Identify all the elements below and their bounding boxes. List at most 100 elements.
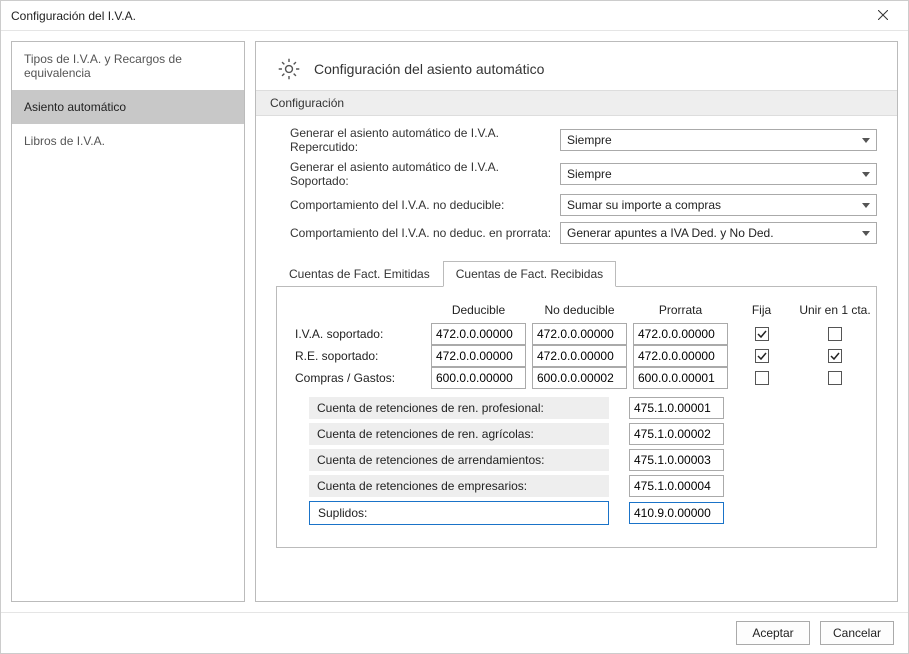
window-title: Configuración del I.V.A. — [11, 9, 136, 23]
grid-input-2-nodeducible[interactable] — [532, 367, 627, 389]
form-row-1: Generar el asiento automático de I.V.A. … — [290, 160, 877, 188]
grid-cell-2-nodeducible — [532, 367, 627, 389]
ret-inputwrap-4 — [629, 502, 724, 524]
config-form: Generar el asiento automático de I.V.A. … — [256, 116, 897, 254]
form-select-0[interactable]: Siempre — [560, 129, 877, 151]
grid-cell-1-nodeducible — [532, 345, 627, 367]
dialog-body: Tipos de I.V.A. y Recargos de equivalenc… — [1, 31, 908, 612]
form-label-0: Generar el asiento automático de I.V.A. … — [290, 126, 560, 154]
grid-cbcell-1-unir — [795, 345, 875, 367]
chevron-down-icon — [860, 172, 872, 177]
cancel-label: Cancelar — [833, 626, 881, 640]
grid-header-prorrata: Prorrata — [633, 301, 728, 323]
tabs: Cuentas de Fact. EmitidasCuentas de Fact… — [276, 260, 877, 287]
grid-rowlabel-2: Compras / Gastos: — [295, 367, 425, 389]
ret-label-2: Cuenta de retenciones de arrendamientos: — [309, 449, 609, 471]
accept-label: Aceptar — [752, 626, 793, 640]
ret-inputwrap-3 — [629, 475, 724, 497]
form-row-2: Comportamiento del I.V.A. no deducible: S… — [290, 194, 877, 216]
form-select-value-2: Sumar su importe a compras — [567, 198, 721, 212]
grid-input-2-prorrata[interactable] — [633, 367, 728, 389]
grid-checkbox-0-fija[interactable] — [755, 327, 769, 341]
grid-input-1-prorrata[interactable] — [633, 345, 728, 367]
form-label-3: Comportamiento del I.V.A. no deduc. en p… — [290, 226, 560, 240]
retenciones-block: Cuenta de retenciones de ren. profesiona… — [295, 397, 858, 525]
cancel-button[interactable]: Cancelar — [820, 621, 894, 645]
gear-icon — [276, 56, 302, 82]
grid-input-1-deducible[interactable] — [431, 345, 526, 367]
ret-input-0[interactable] — [629, 397, 724, 419]
close-button[interactable] — [868, 1, 898, 31]
ret-row-3: Cuenta de retenciones de empresarios: — [295, 475, 858, 497]
chevron-down-icon — [860, 203, 872, 208]
form-select-3[interactable]: Generar apuntes a IVA Ded. y No Ded. — [560, 222, 877, 244]
grid-input-2-deducible[interactable] — [431, 367, 526, 389]
form-select-1[interactable]: Siempre — [560, 163, 877, 185]
form-select-value-0: Siempre — [567, 133, 612, 147]
grid-input-0-prorrata[interactable] — [633, 323, 728, 345]
form-select-value-1: Siempre — [567, 167, 612, 181]
ret-input-3[interactable] — [629, 475, 724, 497]
ret-label-4: Suplidos: — [309, 501, 609, 525]
ret-inputwrap-0 — [629, 397, 724, 419]
tab-panel-recibidas: Deducible No deducible Prorrata Fija Unir en… — [276, 287, 877, 548]
grid-rowlabel-0: I.V.A. soportado: — [295, 323, 425, 345]
accept-button[interactable]: Aceptar — [736, 621, 810, 645]
dialog-window: Configuración del I.V.A. Tipos de I.V.A.… — [0, 0, 909, 654]
main-title: Configuración del asiento automático — [314, 61, 544, 77]
grid-checkbox-2-unir[interactable] — [828, 371, 842, 385]
sidebar-item-2[interactable]: Libros de I.V.A. — [12, 124, 244, 158]
chevron-down-icon — [860, 138, 872, 143]
form-select-2[interactable]: Sumar su importe a compras — [560, 194, 877, 216]
grid-cbcell-0-unir — [795, 323, 875, 345]
grid-checkbox-1-unir[interactable] — [828, 349, 842, 363]
ret-input-4[interactable] — [629, 502, 724, 524]
grid-cell-0-deducible — [431, 323, 526, 345]
grid-spacer — [295, 301, 425, 323]
sidebar-item-0[interactable]: Tipos de I.V.A. y Recargos de equivalenc… — [12, 42, 244, 90]
ret-row-1: Cuenta de retenciones de ren. agrícolas: — [295, 423, 858, 445]
ret-inputwrap-2 — [629, 449, 724, 471]
ret-label-1: Cuenta de retenciones de ren. agrícolas: — [309, 423, 609, 445]
ret-row-2: Cuenta de retenciones de arrendamientos: — [295, 449, 858, 471]
section-header: Configuración — [256, 90, 897, 116]
grid-cell-2-prorrata — [633, 367, 728, 389]
grid-cell-2-deducible — [431, 367, 526, 389]
grid-cell-0-prorrata — [633, 323, 728, 345]
ret-row-4: Suplidos: — [295, 501, 858, 525]
grid-cell-1-prorrata — [633, 345, 728, 367]
close-icon — [878, 9, 888, 23]
grid-header-fija: Fija — [734, 301, 789, 323]
sidebar: Tipos de I.V.A. y Recargos de equivalenc… — [11, 41, 245, 602]
form-label-2: Comportamiento del I.V.A. no deducible: — [290, 198, 560, 212]
ret-input-2[interactable] — [629, 449, 724, 471]
chevron-down-icon — [860, 231, 872, 236]
grid-header-unir: Unir en 1 cta. — [795, 301, 875, 323]
main-header: Configuración del asiento automático — [256, 42, 897, 90]
form-row-3: Comportamiento del I.V.A. no deduc. en p… — [290, 222, 877, 244]
grid-header-nodeducible: No deducible — [532, 301, 627, 323]
ret-label-3: Cuenta de retenciones de empresarios: — [309, 475, 609, 497]
tab-0[interactable]: Cuentas de Fact. Emitidas — [276, 261, 443, 287]
tab-1[interactable]: Cuentas de Fact. Recibidas — [443, 261, 616, 287]
grid-cbcell-2-fija — [734, 367, 789, 389]
grid-input-0-deducible[interactable] — [431, 323, 526, 345]
grid-checkbox-1-fija[interactable] — [755, 349, 769, 363]
form-select-value-3: Generar apuntes a IVA Ded. y No Ded. — [567, 226, 774, 240]
ret-input-1[interactable] — [629, 423, 724, 445]
grid-header-deducible: Deducible — [431, 301, 526, 323]
grid-checkbox-0-unir[interactable] — [828, 327, 842, 341]
grid-cbcell-2-unir — [795, 367, 875, 389]
tabs-container: Cuentas de Fact. EmitidasCuentas de Fact… — [256, 254, 897, 548]
grid-checkbox-2-fija[interactable] — [755, 371, 769, 385]
grid-input-0-nodeducible[interactable] — [532, 323, 627, 345]
form-label-1: Generar el asiento automático de I.V.A. … — [290, 160, 560, 188]
ret-inputwrap-1 — [629, 423, 724, 445]
ret-row-0: Cuenta de retenciones de ren. profesiona… — [295, 397, 858, 419]
dialog-footer: Aceptar Cancelar — [1, 612, 908, 653]
grid-input-1-nodeducible[interactable] — [532, 345, 627, 367]
grid-cbcell-0-fija — [734, 323, 789, 345]
accounts-grid: DeducibleNo deducibleProrrataFijaUnir en… — [295, 301, 858, 389]
grid-cell-1-deducible — [431, 345, 526, 367]
sidebar-item-1[interactable]: Asiento automático — [12, 90, 244, 124]
